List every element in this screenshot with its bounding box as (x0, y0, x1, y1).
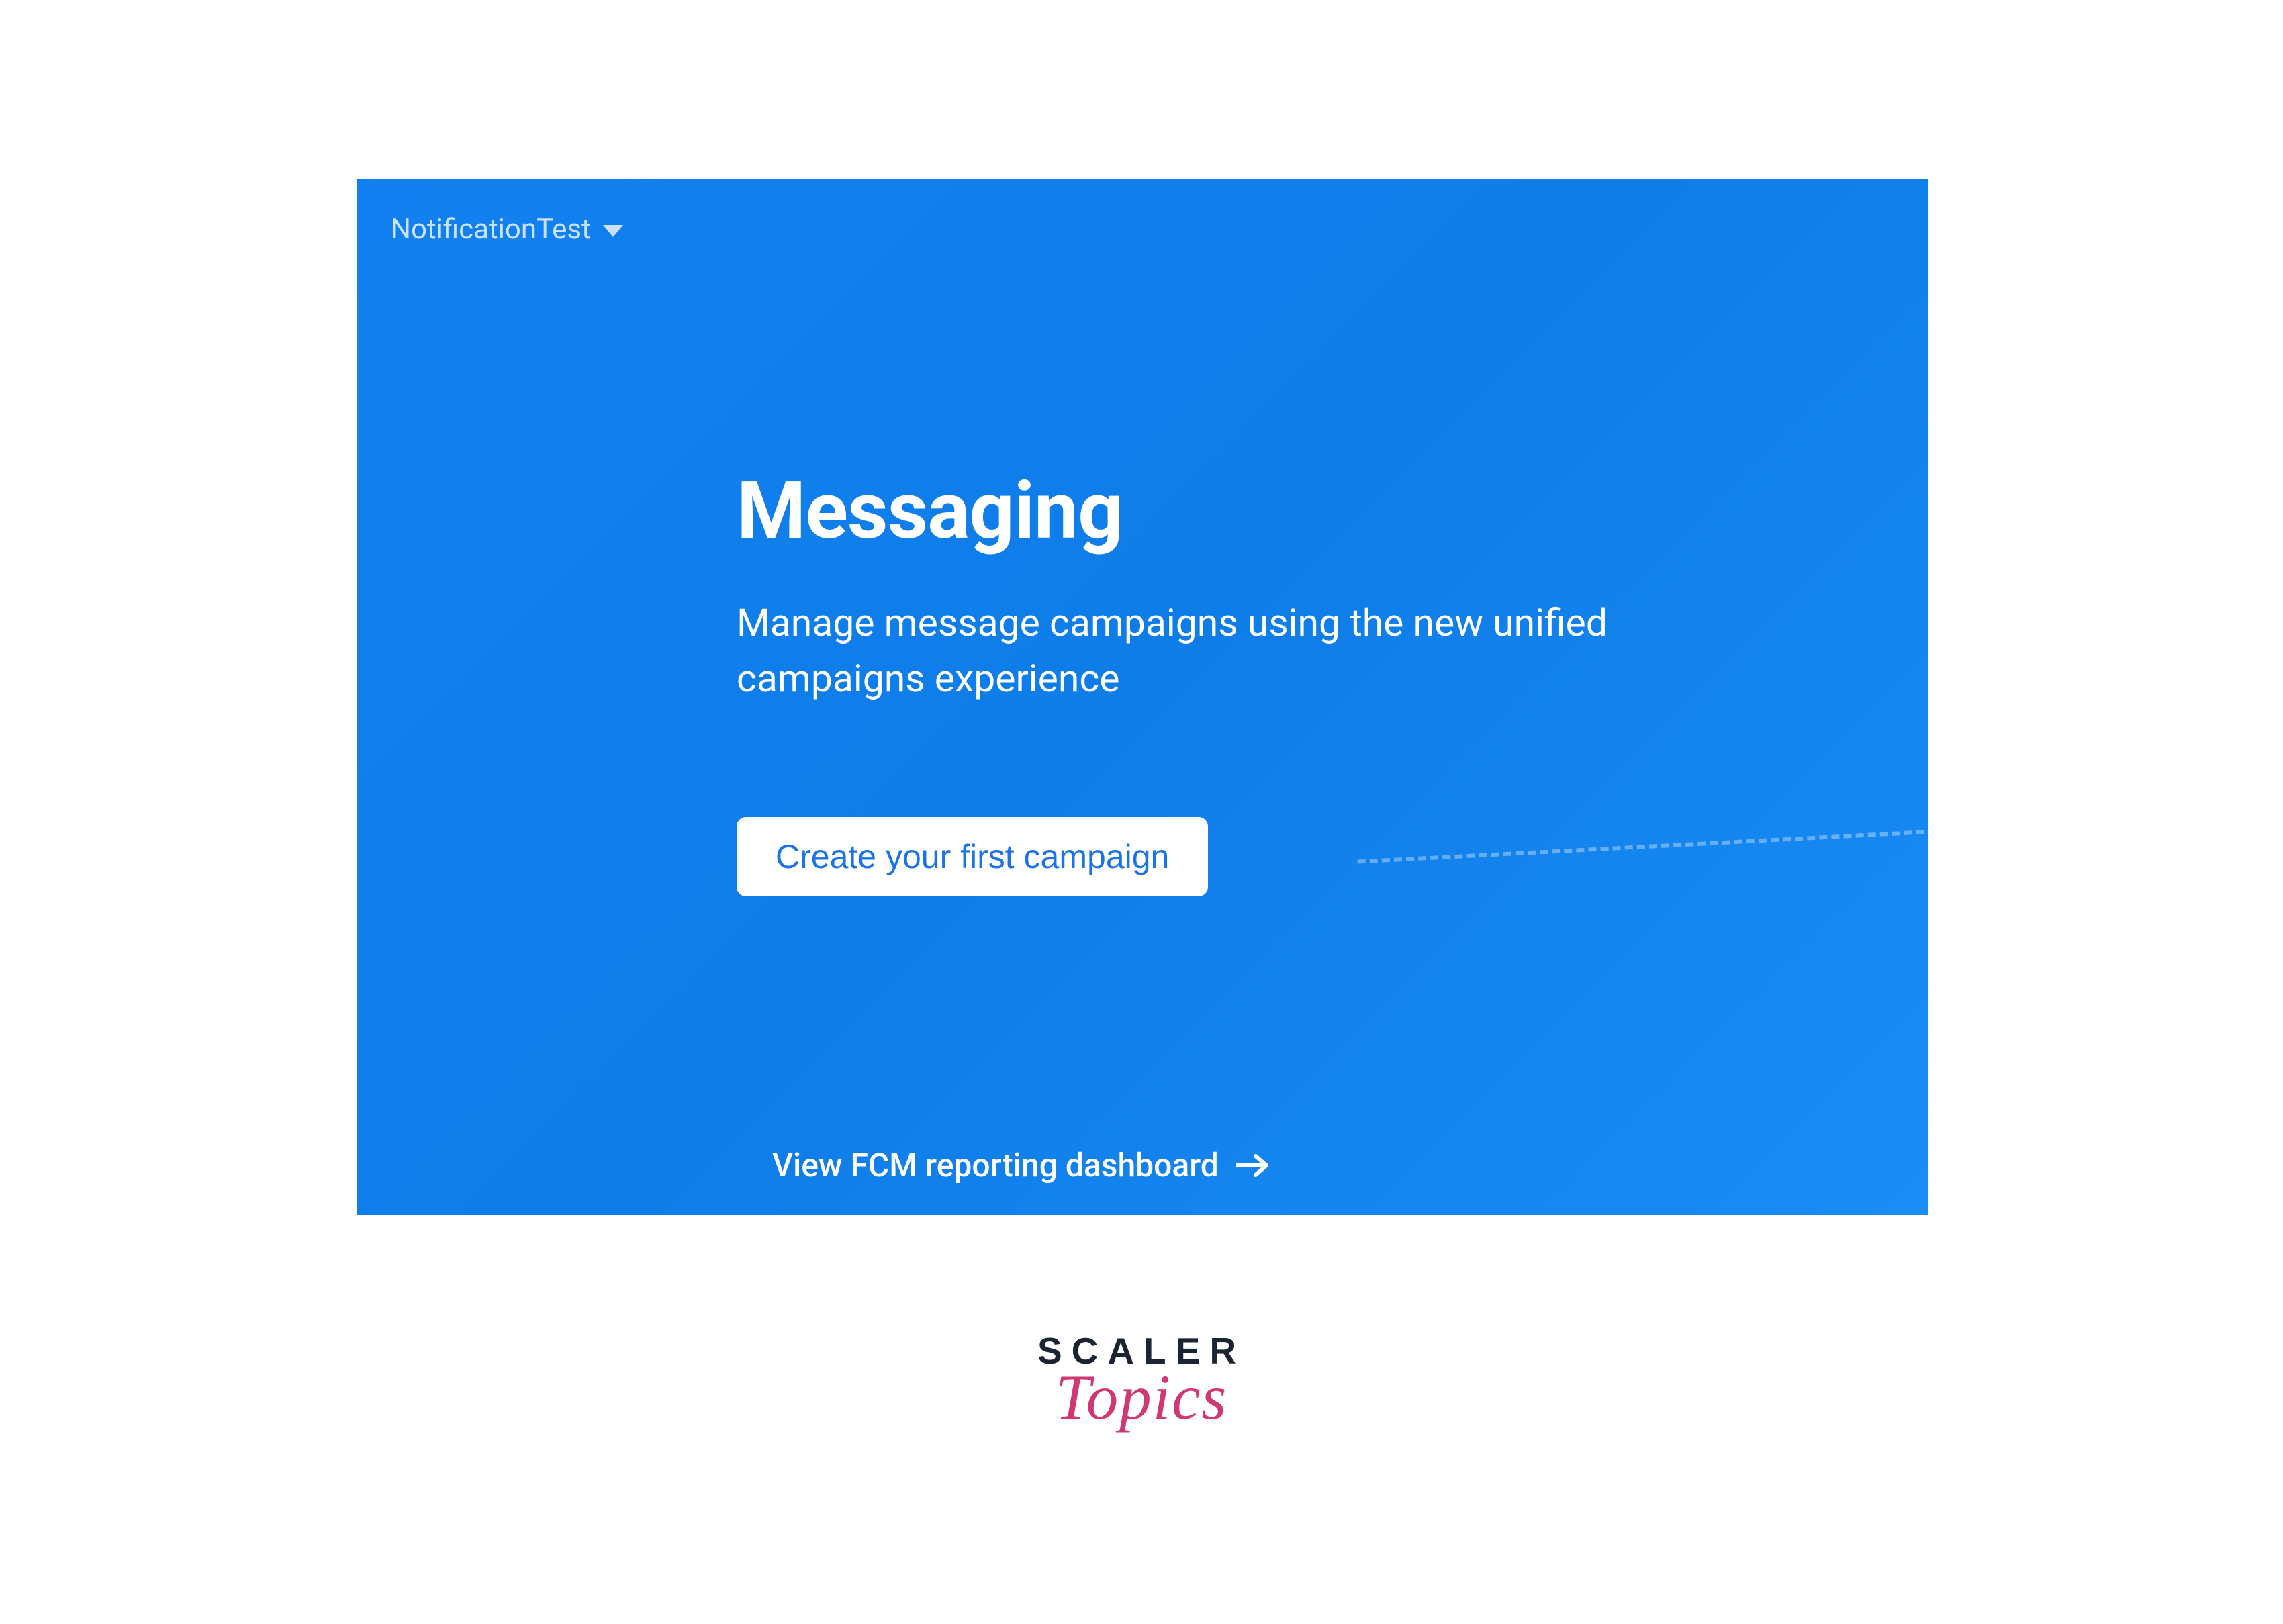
project-name-label: NotificationTest (391, 213, 591, 246)
page-title: Messaging (737, 465, 1123, 557)
arrow-right-icon (1236, 1152, 1270, 1179)
create-campaign-button[interactable]: Create your first campaign (737, 817, 1208, 896)
project-selector-dropdown[interactable]: NotificationTest (391, 213, 623, 246)
view-fcm-dashboard-link[interactable]: View FCM reporting dashboard (772, 1146, 1270, 1184)
decorative-dashed-line (1357, 828, 1928, 863)
page-subtitle: Manage message campaigns using the new u… (737, 595, 1643, 706)
messaging-hero-panel: NotificationTest Messaging Manage messag… (357, 179, 1928, 1215)
logo-topics-text: Topics (1037, 1360, 1246, 1434)
caret-down-icon (603, 213, 623, 246)
scaler-topics-logo: SCALER Topics (1037, 1329, 1246, 1434)
secondary-link-label: View FCM reporting dashboard (772, 1146, 1219, 1184)
